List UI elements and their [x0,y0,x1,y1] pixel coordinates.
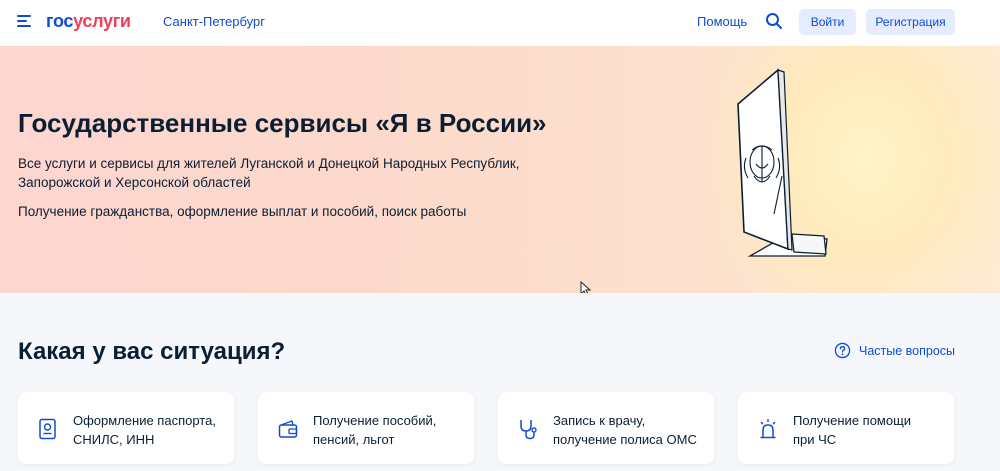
card-label-line2: пенсий, льгот [313,432,395,447]
card-label: Оформление паспорта, СНИЛС, ИНН [73,411,223,449]
card-label: Получение помощи при ЧС [793,411,943,449]
question-icon [834,342,851,359]
logo-part1: гос [46,11,74,31]
card-label-line2: СНИЛС, ИНН [73,432,155,447]
hero-subtitle-line2: Запорожской и Херсонской областей [18,175,251,190]
situation-card-benefits[interactable]: Получение пособий, пенсий, льгот [258,392,474,464]
card-label: Запись к врачу, получение полиса ОМС [553,411,703,449]
register-button[interactable]: Регистрация [866,9,955,35]
login-button[interactable]: Войти [799,9,856,35]
header: госуслуги Санкт-Петербург Помощь Войти Р… [0,0,1000,46]
alarm-icon [760,419,776,439]
menu-icon[interactable] [17,15,31,27]
hero-subtitle-line1: Все услуги и сервисы для жителей Луганск… [18,156,520,171]
hero-title: Государственные сервисы «Я в России» [18,108,547,138]
passport-illustration-icon [737,68,828,257]
faq-link[interactable]: Частые вопросы [834,342,955,359]
logo[interactable]: госуслуги [46,11,131,32]
section-title: Какая у вас ситуация? [18,338,286,365]
situation-card-doctor[interactable]: Запись к врачу, получение полиса ОМС [498,392,714,464]
card-label-line1: Запись к врачу, [553,413,646,428]
card-label-line1: Получение пособий, [313,413,437,428]
card-label-line2: при ЧС [793,432,837,447]
card-label-line2: получение полиса ОМС [553,432,697,447]
hero-subtitle: Все услуги и сервисы для жителей Луганск… [18,154,558,192]
stethoscope-icon [520,420,537,440]
city-selector[interactable]: Санкт-Петербург [163,14,265,29]
hero-subtitle-2: Получение гражданства, оформление выплат… [18,204,467,219]
wallet-icon [278,420,298,438]
situation-card-emergency[interactable]: Получение помощи при ЧС [738,392,954,464]
mouse-cursor-icon [580,281,592,293]
search-icon[interactable] [765,12,783,30]
card-label-line1: Оформление паспорта, [73,413,216,428]
card-label-line1: Получение помощи [793,413,912,428]
faq-label: Частые вопросы [859,343,956,358]
passport-icon [39,418,56,440]
help-link[interactable]: Помощь [697,14,747,29]
hero-banner: Государственные сервисы «Я в России» Все… [0,46,1000,293]
card-label: Получение пособий, пенсий, льгот [313,411,463,449]
situation-card-passport[interactable]: Оформление паспорта, СНИЛС, ИНН [18,392,234,464]
logo-part2: услуги [73,11,131,31]
